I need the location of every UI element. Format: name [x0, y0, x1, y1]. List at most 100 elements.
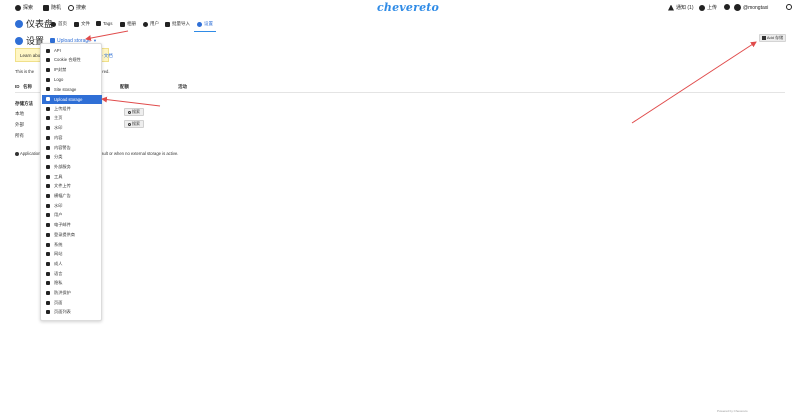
admin-nav: 仪表盘 首页 文件 Tags 相册 用户 批量导入 设置 — [0, 16, 800, 32]
nav-item-files[interactable]: 文件 — [74, 21, 90, 27]
explore-label: 探索 — [23, 5, 34, 11]
menu-item-content-warning[interactable]: 内容警告 — [42, 143, 102, 152]
nav-item-label: 设置 — [204, 21, 213, 26]
menu-item-flood-protection[interactable]: 防洪保护 — [42, 289, 102, 298]
home-icon — [46, 116, 50, 121]
menu-item-watermark-2[interactable]: 水印 — [42, 201, 102, 210]
menu-item-upload-storage[interactable]: Upload storage — [42, 94, 102, 104]
random-link[interactable]: 随机 — [43, 4, 61, 11]
menu-item-api[interactable]: API — [42, 46, 102, 55]
storage-method-heading: 存储方法 — [15, 101, 33, 106]
watermark-icon — [46, 126, 50, 131]
nav-item-label: 相册 — [127, 21, 136, 26]
cloud-upload-icon — [46, 106, 50, 111]
menu-item-system[interactable]: 系统 — [42, 240, 102, 249]
menu-item-watermark[interactable]: 水印 — [42, 124, 102, 133]
menu-item-tools[interactable]: 工具 — [42, 172, 102, 181]
notification-bell[interactable] — [724, 4, 730, 10]
at-icon — [46, 223, 50, 228]
site-logo[interactable]: chevereto — [377, 1, 439, 14]
explore-link[interactable]: 探索 — [15, 4, 33, 11]
menu-item-language[interactable]: 语言 — [42, 269, 102, 278]
menu-item-label: 页面列表 — [54, 309, 71, 315]
search-button-label: 搜索 — [132, 121, 140, 126]
avatar — [734, 4, 741, 11]
info-text: This is the — [15, 69, 35, 74]
monitor-icon — [46, 145, 50, 150]
menu-item-pages[interactable]: 页面 — [42, 298, 102, 307]
server-icon — [46, 242, 50, 247]
nav-item-bulk-import[interactable]: 批量导入 — [165, 21, 190, 27]
search-label: 搜索 — [76, 5, 87, 11]
menu-item-external-services[interactable]: 外部服务 — [42, 162, 102, 171]
menu-item-label: 水印 — [54, 202, 63, 208]
col-header-name: 名称 — [23, 84, 32, 89]
menu-item-label: 上传组件 — [54, 105, 71, 111]
water-icon — [46, 291, 50, 295]
users-icon — [46, 213, 50, 218]
info-icon — [15, 151, 19, 156]
nav-item-settings[interactable]: 设置 — [197, 21, 213, 27]
menu-item-label: 成人 — [54, 260, 63, 266]
annotation-arrows — [85, 30, 757, 124]
nav-item-home[interactable]: 首页 — [51, 21, 67, 27]
nav-item-tags[interactable]: Tags — [96, 21, 113, 26]
arrow-to-upload-storage — [101, 96, 161, 107]
menu-item-label: 隐私 — [54, 280, 63, 286]
footer-credit: Powered by Chevereto — [717, 409, 748, 413]
col-header-quota: 配额 — [120, 84, 129, 89]
chevereto-icon — [15, 19, 23, 28]
upload-button[interactable]: 上传 — [699, 4, 717, 11]
notices-button[interactable]: 通知 (1) — [668, 4, 694, 11]
menu-item-content[interactable]: 内容 — [42, 133, 102, 142]
nav-item-users[interactable]: 用户 — [143, 21, 159, 27]
cloud-upload-icon — [699, 4, 705, 11]
ban-icon — [46, 67, 50, 72]
search-button[interactable]: 搜索 — [124, 108, 144, 116]
user-menu[interactable]: @mongtaxi — [734, 4, 768, 11]
import-icon — [165, 21, 170, 27]
tools-icon — [46, 174, 50, 179]
nav-item-label: 文件 — [81, 21, 90, 26]
menu-item-label: 工具 — [54, 173, 63, 179]
menu-item-ip-ban[interactable]: IP封禁 — [42, 65, 102, 74]
menu-item-banners[interactable]: 横幅广告 — [42, 192, 102, 201]
search-button-label: 搜索 — [132, 109, 140, 114]
nav-item-label: 首页 — [58, 21, 67, 26]
images-icon — [74, 21, 79, 27]
menu-item-label: 内容 — [54, 134, 63, 140]
palette-icon — [46, 77, 50, 82]
arrow-to-add-storage — [631, 41, 757, 124]
menu-item-upload-plugin[interactable]: 上传组件 — [42, 104, 102, 113]
menu-item-label: Site storage — [54, 86, 77, 92]
page-icon — [46, 300, 50, 305]
menu-item-file-upload[interactable]: 文件上传 — [42, 182, 102, 191]
lock-icon — [46, 281, 50, 286]
search-link[interactable]: 搜索 — [68, 4, 86, 11]
row-all: 所有 — [15, 133, 24, 138]
menu-item-email[interactable]: 电子邮件 — [42, 221, 102, 230]
menu-item-page-list[interactable]: 页面列表 — [42, 308, 102, 317]
menu-item-cookie[interactable]: Cookie 合规性 — [42, 56, 102, 65]
menu-item-categories[interactable]: 分类 — [42, 153, 102, 162]
dashboard-title: 仪表盘 — [15, 17, 53, 30]
bell-icon — [724, 4, 730, 10]
menu-item-website[interactable]: 网站 — [42, 250, 102, 259]
nav-item-label: 批量导入 — [172, 21, 190, 26]
menu-item-site-storage[interactable]: Site storage — [42, 85, 102, 94]
nav-item-albums[interactable]: 相册 — [120, 21, 136, 27]
menu-item-users[interactable]: 用户 — [42, 211, 102, 220]
search-button[interactable]: 搜索 — [124, 120, 144, 128]
add-storage-button[interactable]: Add 存储 — [759, 34, 786, 42]
col-header-id: ID — [15, 84, 20, 89]
menu-item-adult[interactable]: 成人 — [42, 259, 102, 268]
menu-item-label: 文件上传 — [54, 183, 71, 189]
help-button[interactable] — [786, 4, 792, 10]
random-label: 随机 — [51, 5, 62, 11]
menu-item-privacy[interactable]: 隐私 — [42, 279, 102, 288]
menu-item-login-providers[interactable]: 登录提供商 — [42, 230, 102, 239]
menu-item-logo[interactable]: Logo — [42, 75, 102, 84]
menu-item-homepage[interactable]: 主页 — [42, 114, 102, 123]
application-note-tail: fault or when no external storage is act… — [100, 151, 179, 156]
warning-icon — [668, 4, 674, 11]
